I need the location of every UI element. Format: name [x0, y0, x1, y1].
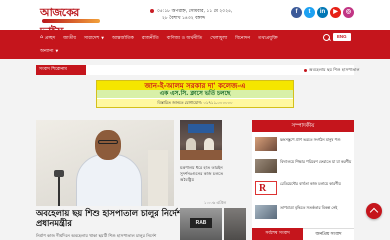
lead-story-photo[interactable] [36, 120, 174, 206]
sidebar-title: সম্পাদকীয় [252, 120, 354, 132]
sidebar-entry[interactable]: রেডিয়েন্টের ব্যর্থতা কাজ চলায়ে কারণীয় [255, 180, 353, 196]
bullet-icon [304, 68, 307, 72]
ticker-headline[interactable]: অবহেলায় ছয় শিশু হাসপাতাল [304, 65, 360, 75]
youtube-icon[interactable]: ▶ [330, 7, 341, 18]
nav-item-home[interactable]: ⌂ প্রচ্ছদ [36, 34, 59, 42]
sidebar-entry[interactable]: বিদ্যালয়ে শিক্ষার পরিবেশ ফেরাতে যা যা ক… [255, 158, 353, 174]
nav-item-others[interactable]: অন্যান্য ▼ [36, 47, 62, 55]
rab-label: RAB [190, 218, 212, 228]
story-thumbnail[interactable] [180, 120, 222, 160]
top-header: আজকের ভাইস ০৫:১৮ অপরাহ্ন, সোমবার, ১১ মে … [0, 0, 390, 38]
nav-item-sports[interactable]: খেলাধুলা [206, 34, 231, 42]
nav-row: ⌂ প্রচ্ছদ জাতীয় সারাদেশ ▼ আন্তর্জাতিক রাজ… [36, 32, 282, 43]
breaking-news-ticker: সংবাদ শিরোনাম অবহেলায় ছয় শিশু হাসপাতাল [36, 65, 360, 75]
lead-story-summary: নির্মাণ কাজ দীর্ঘদিনে অবহেলায় থাকা ছয়ট… [36, 233, 157, 238]
chevron-down-icon: ▼ [101, 35, 104, 40]
nav-item-country[interactable]: সারাদেশ ▼ [80, 34, 108, 42]
entry-thumbnail [255, 181, 277, 195]
linkedin-icon[interactable]: in [317, 7, 328, 18]
story-thumbnail-2[interactable]: RAB [180, 208, 222, 240]
ticker-label: সংবাদ শিরোনাম [36, 65, 86, 75]
location-pin-icon [150, 8, 154, 13]
logo-swoosh [42, 19, 100, 23]
ad-line-2: এক এস.সি. ক্লাসে ভর্তি চলছে [97, 90, 293, 98]
ad-line-3: বিস্তারিত জানতে যোগাযোগ: ০১৭১১-০০০০০০ [97, 99, 293, 107]
main-nav: ⌂ প্রচ্ছদ জাতীয় সারাদেশ ▼ আন্তর্জাতিক রাজ… [0, 30, 390, 59]
date-text-1: ০৫:১৮ অপরাহ্ন, সোমবার, ১১ মে ২০২৫, [157, 9, 233, 14]
story-time: ১০:০৬ এপ্রিল [204, 200, 226, 205]
chevron-down-icon: ▼ [55, 49, 59, 53]
social-links: f t in ▶ ◎ [291, 7, 354, 18]
nav-item-politics[interactable]: রাজনীতি [138, 34, 163, 42]
nav-row-2: অন্যান্য ▼ [36, 47, 62, 55]
search-icon[interactable] [322, 33, 331, 42]
lead-story: অবহেলায় ছয় শিশু হাসপাতাল চালুর নির্দেশ… [36, 120, 182, 240]
nav-item-international[interactable]: আন্তর্জাতিক [108, 34, 138, 42]
sidebar-entry[interactable]: তাপমাত্রা বৃদ্ধিতে সতর্কতার বিকল্প নেই [255, 204, 353, 220]
site-logo[interactable]: আজকের ভাইস [40, 4, 102, 38]
home-icon: ⌂ [40, 35, 43, 40]
middle-column-2 [224, 156, 246, 240]
entry-thumbnail [255, 159, 277, 173]
sidebar-entry[interactable]: ধ্বংসস্তূপে প্রাণ ভরতে সংগঠন মানুষ পশু [255, 136, 353, 152]
story-caption[interactable]: মন্ত্রণালয় ধরে হাত তারইন সুদর্শনঃগুনের … [180, 165, 226, 183]
twitter-icon[interactable]: t [304, 7, 315, 18]
editorial-sidebar: সম্পাদকীয় ধ্বংসস্তূপে প্রাণ ভরতে সংগঠন … [252, 120, 354, 240]
nav-item-business[interactable]: বাণিজ্য ও অর্থনীতি [163, 34, 207, 42]
lead-story-headline[interactable]: অবহেলায় ছয় শিশু হাসপাতাল চালুর নির্দেশ… [36, 208, 186, 228]
nav-item-national[interactable]: জাতীয় [59, 34, 80, 42]
tab-latest[interactable]: সর্বশেষ সংবাদ [252, 228, 303, 240]
date-text-2: ২৮ বৈশাখ ১৪৩২ বঙ্গাব্দ [162, 16, 206, 21]
entry-thumbnail [255, 137, 277, 151]
instagram-icon[interactable]: ◎ [343, 7, 354, 18]
sidebar-tabs: সর্বশেষ সংবাদ জনপ্রিয় সংবাদ [252, 228, 354, 240]
nav-item-tech[interactable]: তথ্যপ্রযুক্তি [254, 34, 282, 42]
date-line: ০৫:১৮ অপরাহ্ন, সোমবার, ১১ মে ২০২৫, ২৮ বৈ… [150, 8, 232, 22]
facebook-icon[interactable]: f [291, 7, 302, 18]
microphone-icon [54, 170, 64, 177]
nav-item-entertainment[interactable]: বিনোদন [231, 34, 254, 42]
story-thumbnail-3[interactable] [224, 208, 246, 240]
language-toggle[interactable]: ENG [333, 33, 351, 41]
scroll-top-button[interactable] [366, 203, 382, 219]
middle-column: মন্ত্রণালয় ধরে হাত তারইন সুদর্শনঃগুনের … [180, 120, 226, 240]
tab-popular[interactable]: জনপ্রিয় সংবাদ [303, 228, 354, 240]
ad-banner[interactable]: জান-ই-আলম সরকার দা' কলেজ-এ এক এস.সি. ক্ল… [96, 80, 294, 108]
entry-thumbnail [255, 205, 277, 219]
ad-line-1: জান-ই-আলম সরকার দা' কলেজ-এ [97, 81, 293, 90]
